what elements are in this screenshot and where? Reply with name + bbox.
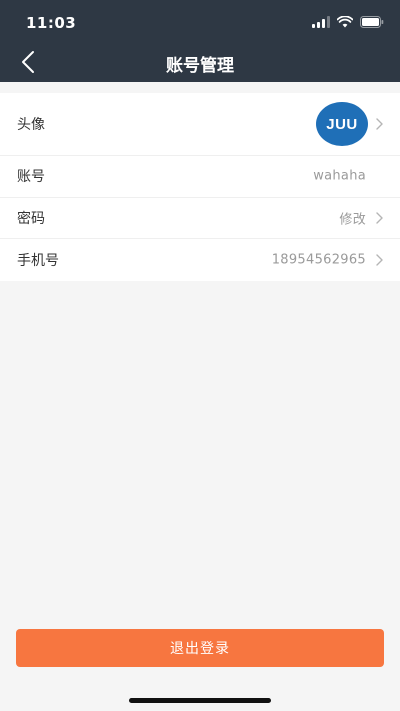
page-title: 账号管理: [166, 56, 234, 76]
status-icons: [312, 15, 384, 29]
chevron-right-icon: [376, 212, 383, 224]
wifi-icon: [337, 16, 353, 28]
avatar-row[interactable]: 头像 JUU: [0, 93, 400, 156]
phone-value: 18954562965: [271, 252, 366, 268]
account-row-label: 账号: [17, 169, 45, 186]
account-row: 账号 wahaha: [0, 156, 400, 198]
logout-button[interactable]: 退出登录: [16, 629, 384, 667]
avatar-row-label: 头像: [17, 117, 45, 133]
phone-row-label: 手机号: [17, 252, 59, 269]
account-value: wahaha: [313, 168, 366, 184]
battery-icon: [360, 16, 384, 28]
password-row-label: 密码: [17, 210, 45, 227]
chevron-right-icon: [376, 254, 383, 266]
chevron-right-icon: [376, 118, 383, 130]
status-time: 11:03: [26, 14, 77, 32]
avatar: JUU: [316, 102, 368, 146]
password-value: 修改: [339, 212, 366, 228]
app-header: 11:03 账号管理: [0, 0, 400, 82]
avatar-text: JUU: [326, 115, 358, 133]
account-settings-list: 头像 JUU 账号 wahaha 密码 修改 手机号 18954562965: [0, 93, 400, 281]
phone-row[interactable]: 手机号 18954562965: [0, 239, 400, 281]
home-indicator: [129, 698, 271, 703]
password-row[interactable]: 密码 修改: [0, 198, 400, 239]
signal-icon: [312, 16, 330, 28]
